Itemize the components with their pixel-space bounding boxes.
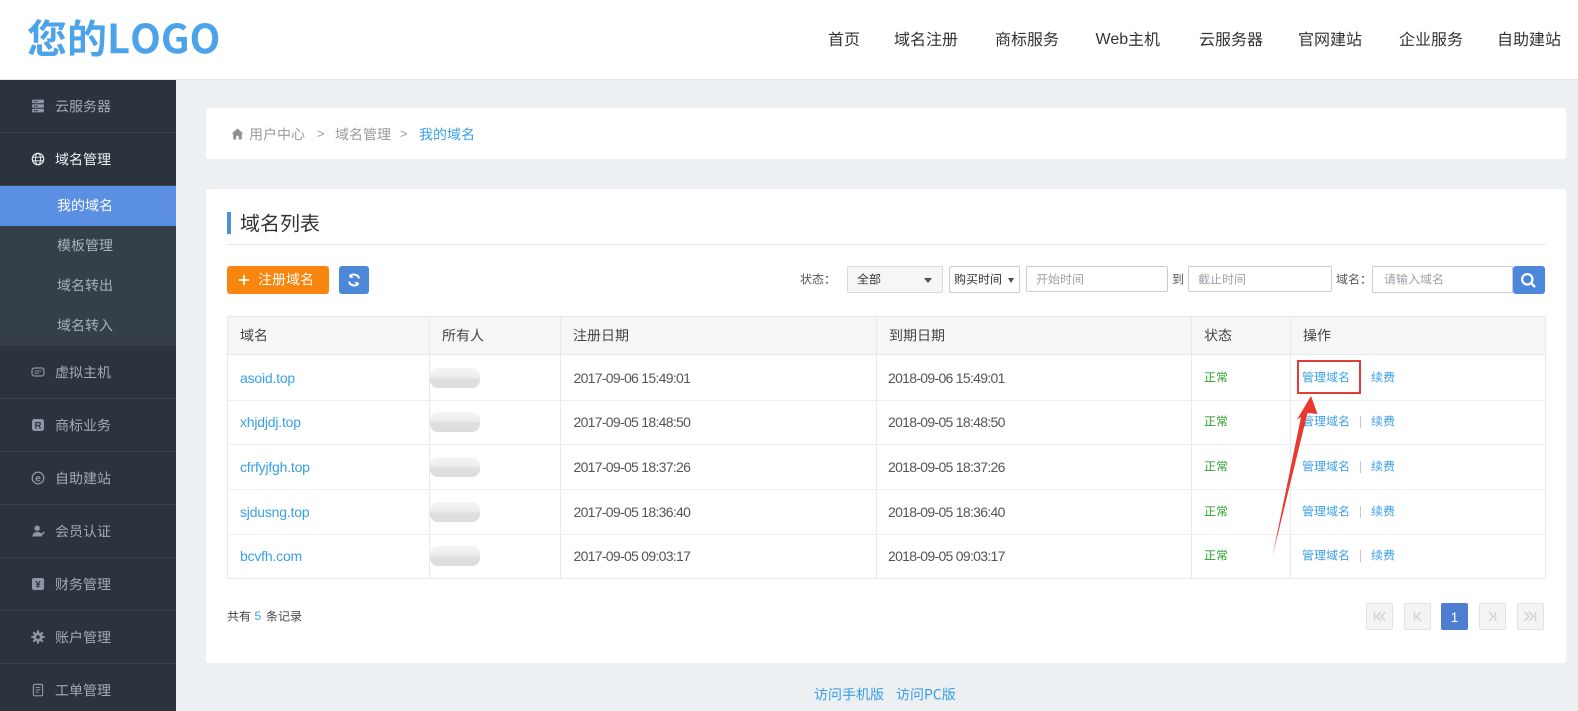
svg-text:e: e [35,473,41,485]
svg-text:R: R [35,420,42,431]
svg-text:¥: ¥ [35,580,41,591]
